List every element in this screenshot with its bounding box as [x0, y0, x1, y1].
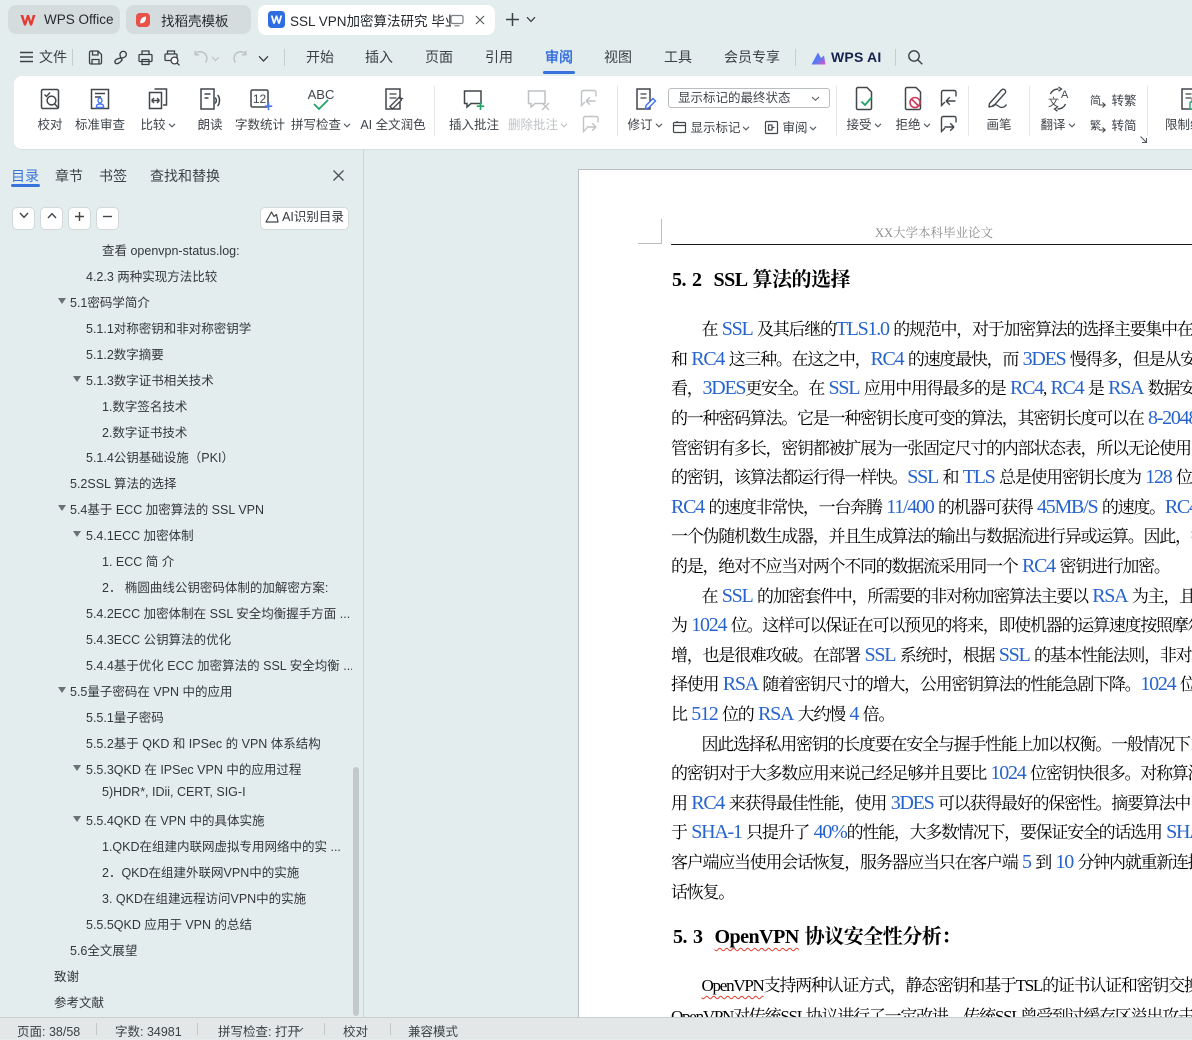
svg-text:ABC: ABC	[308, 87, 335, 102]
svg-text:文: 文	[1048, 95, 1059, 109]
svg-text:12: 12	[253, 92, 267, 106]
svg-text:A: A	[1061, 89, 1069, 101]
